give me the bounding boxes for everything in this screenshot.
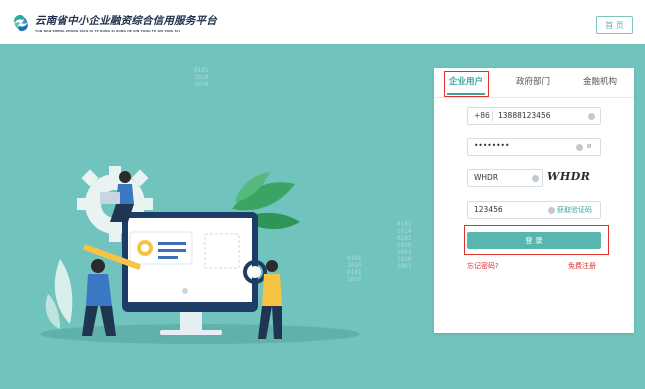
highlight-box-tab <box>444 71 489 97</box>
platform-title: 云南省中小企业融资综合信用服务平台 <box>35 15 217 27</box>
eye-off-icon[interactable]: ø <box>587 142 591 150</box>
logo-icon <box>14 14 28 32</box>
sms-code-input[interactable]: 123456 <box>474 205 503 214</box>
password-input[interactable]: •••••••• <box>474 141 509 150</box>
register-link[interactable]: 免费注册 <box>568 261 596 271</box>
divider <box>492 111 493 122</box>
binary-text: 0101 <box>194 67 209 74</box>
phone-field[interactable]: +86 13888123456 <box>467 107 601 125</box>
binary-text: 1001 <box>397 249 412 256</box>
password-field[interactable]: •••••••• ø <box>467 138 601 156</box>
get-code-button[interactable]: 获取验证码 <box>557 205 592 215</box>
clear-icon[interactable] <box>588 113 595 120</box>
captcha-field[interactable]: WHDR <box>467 169 543 187</box>
captcha-input[interactable]: WHDR <box>474 173 498 182</box>
sms-code-field[interactable]: 123456 获取验证码 <box>467 201 601 219</box>
binary-text: 1010 <box>397 242 412 249</box>
page: 云南省中小企业融资综合信用服务平台 YUN NAN SHENG ZHONG XI… <box>0 0 645 389</box>
clear-icon[interactable] <box>548 207 555 214</box>
clear-icon[interactable] <box>576 144 583 151</box>
binary-text: 0101 <box>347 255 362 262</box>
binary-text: 1010 <box>347 262 362 269</box>
phone-prefix[interactable]: +86 <box>474 111 490 120</box>
highlight-box-submit <box>464 225 609 255</box>
binary-text: 0101 <box>397 221 412 228</box>
binary-text: 1010 <box>347 276 362 283</box>
home-button[interactable]: 首 页 <box>596 16 633 34</box>
binary-text: 1010 <box>397 256 412 263</box>
binary-text: 1010 <box>194 81 209 88</box>
platform-pinyin: YUN NAN SHENG ZHONG XIAO QI YE RONG ZI Z… <box>35 29 180 33</box>
phone-input[interactable]: 13888123456 <box>498 111 551 120</box>
tab-financial-institution[interactable]: 金融机构 <box>583 75 617 87</box>
login-panel: 企业用户 政府部门 金融机构 +86 13888123456 •••••••• … <box>434 68 634 333</box>
binary-text: 1010 <box>194 74 209 81</box>
binary-text: 1010 <box>397 228 412 235</box>
clear-icon[interactable] <box>532 175 539 182</box>
binary-text: 0101 <box>347 269 362 276</box>
binary-text: 0101 <box>397 235 412 242</box>
binary-text: 1001 <box>397 263 412 270</box>
tab-government[interactable]: 政府部门 <box>516 75 550 87</box>
header: 云南省中小企业融资综合信用服务平台 YUN NAN SHENG ZHONG XI… <box>0 0 645 44</box>
captcha-image[interactable]: WHDR <box>547 170 590 183</box>
forgot-password-link[interactable]: 忘记密码? <box>467 261 499 271</box>
